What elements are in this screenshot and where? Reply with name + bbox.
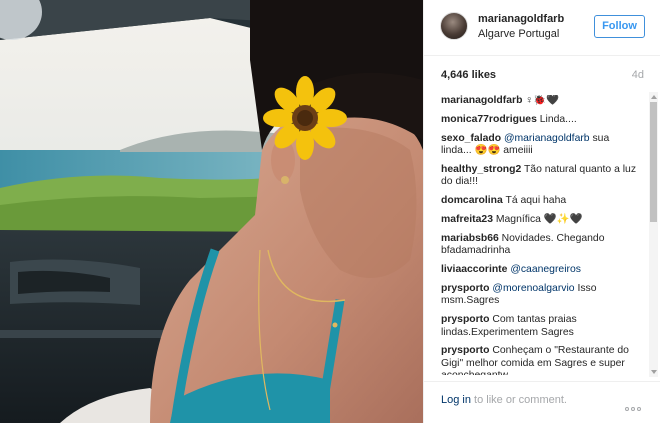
- comment-item: prysporto Conheçam o "Restaurante do Gig…: [441, 345, 637, 375]
- comment-username[interactable]: sexo_falado: [441, 133, 501, 144]
- scroll-up-arrow-icon[interactable]: [651, 95, 657, 99]
- comment-item: liviaaccorinte @caanegreiros: [441, 264, 637, 277]
- comment-text: ♀🐞🖤: [522, 95, 559, 106]
- comment-item: mariabsb66 Novidades. Chegando bfadamadr…: [441, 233, 637, 258]
- comment-username[interactable]: mafreita23: [441, 214, 493, 225]
- comment-item: marianagoldfarb ♀🐞🖤: [441, 95, 637, 108]
- comment-mention[interactable]: @morenoalgarvio: [492, 283, 574, 294]
- post-footer: Log in to like or comment.: [424, 381, 660, 423]
- comment-username[interactable]: prysporto: [441, 314, 490, 325]
- comment-username[interactable]: marianagoldfarb: [441, 95, 522, 106]
- comment-mention[interactable]: @marianagoldfarb: [504, 133, 590, 144]
- comment-item: healthy_strong2 Tão natural quanto a luz…: [441, 164, 637, 189]
- comment-username[interactable]: monica77rodrigues: [441, 114, 537, 125]
- comment-text: Magnífica 🖤✨🖤: [492, 213, 583, 225]
- comment-item: prysporto Com tantas praias lindas.Exper…: [441, 314, 637, 339]
- comment-text: Tá aqui haha: [502, 195, 567, 207]
- comment-username[interactable]: prysporto: [441, 283, 490, 294]
- more-options-icon[interactable]: [625, 398, 645, 411]
- scroll-down-arrow-icon[interactable]: [651, 370, 657, 374]
- follow-button[interactable]: Follow: [594, 15, 645, 38]
- post-image: [0, 0, 423, 423]
- comment-text: Linda....: [536, 113, 577, 125]
- post-photo[interactable]: [0, 0, 423, 423]
- comment-item: sexo_falado @marianagoldfarb sua linda..…: [441, 133, 637, 158]
- comment-username[interactable]: prysporto: [441, 345, 490, 356]
- post-side-panel: marianagoldfarb Algarve Portugal Follow …: [423, 0, 660, 423]
- comment-username[interactable]: liviaaccorinte: [441, 264, 507, 275]
- comment-username[interactable]: domcarolina: [441, 195, 503, 206]
- comment-item: prysporto @morenoalgarvio Isso msm.Sagre…: [441, 283, 637, 308]
- post-header: marianagoldfarb Algarve Portugal Follow: [424, 0, 660, 56]
- likes-count[interactable]: 4,646 likes: [441, 69, 496, 81]
- post-age[interactable]: 4d: [632, 69, 644, 81]
- scroll-thumb[interactable]: [650, 102, 657, 222]
- login-link[interactable]: Log in: [441, 394, 471, 406]
- comment-item: monica77rodrigues Linda....: [441, 114, 637, 127]
- comment-item: mafreita23 Magnífica 🖤✨🖤: [441, 214, 637, 227]
- profile-avatar[interactable]: [440, 12, 468, 40]
- comment-username[interactable]: mariabsb66: [441, 233, 499, 244]
- login-prompt-text: to like or comment.: [470, 394, 567, 406]
- login-prompt: Log in to like or comment.: [441, 394, 567, 406]
- comments-scrollbar[interactable]: [649, 92, 658, 377]
- post-username[interactable]: marianagoldfarb: [478, 13, 564, 25]
- comment-mention[interactable]: @caanegreiros: [510, 264, 581, 275]
- comment-item: domcarolina Tá aqui haha: [441, 195, 637, 208]
- comments-list: marianagoldfarb ♀🐞🖤 monica77rodrigues Li…: [441, 95, 637, 375]
- comment-username[interactable]: healthy_strong2: [441, 164, 521, 175]
- post-location[interactable]: Algarve Portugal: [478, 28, 559, 40]
